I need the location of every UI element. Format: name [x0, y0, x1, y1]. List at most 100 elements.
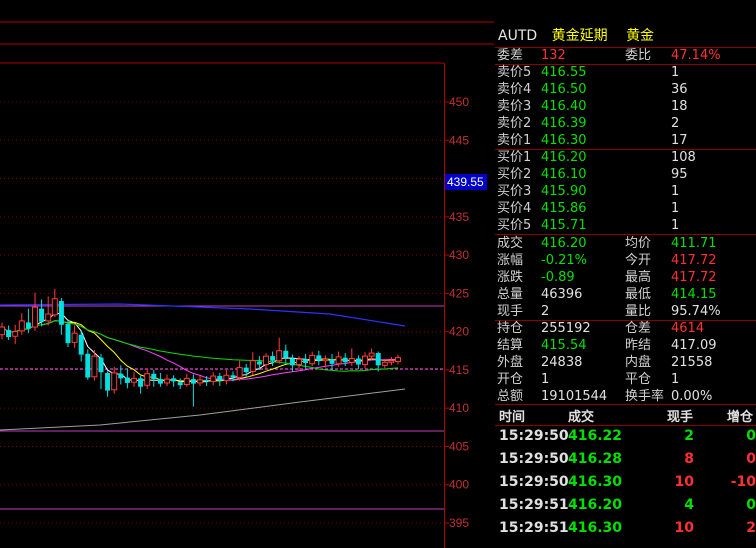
candle-body: [335, 356, 342, 365]
ask-volume: 2: [671, 116, 680, 131]
stat-value: 416.20: [541, 236, 587, 251]
stat-value: 0.00%: [671, 389, 713, 404]
stat-label: 昨结: [625, 338, 652, 353]
candle-body: [131, 377, 137, 383]
tick-header-2: 现手: [667, 410, 694, 425]
candle-body: [388, 360, 395, 363]
ask-price: 416.40: [541, 99, 587, 114]
candle-body: [204, 379, 210, 382]
stat-value: 21558: [671, 355, 713, 370]
ask-label: 卖价2: [497, 116, 532, 131]
stat-label: 内盘: [625, 355, 652, 370]
candle-body: [276, 350, 283, 362]
tick-volume: 2: [684, 428, 694, 444]
candle-body: [164, 378, 170, 384]
tick-oi-change: 0: [746, 451, 756, 467]
y-axis-label: 415: [449, 363, 469, 377]
candle-body: [256, 361, 262, 365]
candle-body: [71, 332, 78, 343]
stat-value: 19101544: [541, 389, 608, 404]
candle-body: [342, 357, 348, 363]
bid-row[interactable]: 买价5 415.71 1: [495, 217, 756, 234]
tick-oi-change: 0: [746, 428, 756, 444]
candle-body: [151, 373, 157, 380]
tick-price: 416.20: [568, 497, 623, 513]
candle-body: [243, 367, 249, 373]
bid-volume: 108: [671, 150, 696, 165]
bid-row[interactable]: 买价4 415.86 1: [495, 200, 756, 217]
bid-row[interactable]: 买价3 415.90 1: [495, 183, 756, 200]
tick-oi-change: 2: [746, 520, 756, 536]
ask-row[interactable]: 卖价3 416.40 18: [495, 98, 756, 115]
y-axis-label: 420: [449, 325, 469, 339]
tick-row[interactable]: 15:29:50 416.30 10 -10: [495, 474, 756, 497]
bid-price: 415.86: [541, 201, 587, 216]
weibi-value: 47.14%: [671, 48, 721, 63]
kline-chart[interactable]: 450445440435430425420415410405400395439.…: [0, 0, 494, 548]
quote-panel: AUTD 黄金延期 黄金 委差 132 委比 47.14% 卖价5 416.55 1 卖价4 4…: [495, 22, 756, 548]
bid-row[interactable]: 买价2 416.10 95: [495, 166, 756, 183]
contract-code: AUTD: [498, 28, 538, 44]
ask-price: 416.30: [541, 133, 587, 148]
candle-body: [177, 382, 183, 386]
stat-label: 最低: [625, 287, 652, 302]
ask-row[interactable]: 卖价1 416.30 17: [495, 132, 756, 149]
y-axis-label: 425: [449, 286, 469, 300]
bid-label: 买价5: [497, 218, 532, 233]
stat-row: 涨幅 -0.21% 今开 417.72: [495, 252, 756, 269]
stat-value: -0.21%: [541, 253, 587, 268]
stat-row: 涨跌 -0.89 最高 417.72: [495, 269, 756, 286]
tick-header-3: 增仓: [727, 410, 754, 425]
candle-body: [368, 352, 375, 357]
ask-label: 卖价1: [497, 133, 532, 148]
tick-row[interactable]: 15:29:50 416.22 2 0: [495, 428, 756, 451]
tick-row[interactable]: 15:29:50 416.28 8 0: [495, 451, 756, 474]
candle-body: [111, 372, 118, 391]
stat-value: 417.09: [671, 338, 717, 353]
candle-body: [58, 301, 64, 325]
stat-label: 现手: [497, 304, 524, 319]
candle-body: [85, 353, 91, 378]
tick-volume: 8: [684, 451, 694, 467]
candle-body: [381, 361, 388, 366]
candle-body: [210, 375, 217, 382]
contract-type: 黄金: [626, 28, 655, 44]
candle-body: [322, 358, 329, 362]
ask-row[interactable]: 卖价5 416.55 1: [495, 64, 756, 81]
tick-time: 15:29:50: [499, 428, 569, 444]
candle-body: [18, 320, 25, 332]
quote-title: AUTD 黄金延期 黄金: [498, 25, 654, 45]
tick-table-header: 时间 成交 现手 增仓: [495, 406, 756, 426]
stat-label: 换手率: [625, 389, 665, 404]
candle-body: [171, 378, 177, 382]
candle-body: [316, 355, 322, 361]
stat-label: 总额: [497, 389, 524, 404]
tick-oi-change: -10: [730, 474, 756, 490]
stat-label: 量比: [625, 304, 652, 319]
tick-time: 15:29:51: [499, 497, 569, 513]
bid-row[interactable]: 买价1 416.20 108: [495, 149, 756, 166]
kline-chart-panel[interactable]: 450445440435430425420415410405400395439.…: [0, 0, 494, 548]
tick-header-1: 成交: [568, 410, 595, 425]
candle-body: [309, 354, 316, 365]
tick-row[interactable]: 15:29:51 416.20 4 0: [495, 497, 756, 520]
tick-row[interactable]: 15:29:51 416.30 10 2: [495, 520, 756, 543]
candle-body: [12, 331, 19, 337]
stat-label: 均价: [625, 236, 652, 251]
candle-body: [236, 367, 243, 379]
candle-body: [138, 378, 144, 387]
ask-row[interactable]: 卖价2 416.39 2: [495, 115, 756, 132]
candle-body: [118, 373, 124, 379]
stat-value: 1: [541, 372, 550, 387]
y-axis-label: 430: [449, 248, 469, 262]
candle-body: [190, 379, 196, 384]
weibi-label: 委比: [625, 48, 652, 63]
ask-volume: 36: [671, 82, 688, 97]
y-axis-label: 435: [449, 210, 469, 224]
candle-body: [51, 298, 58, 316]
candle-body: [249, 360, 256, 372]
ask-volume: 17: [671, 133, 688, 148]
stat-value: 4614: [671, 321, 705, 336]
ask-row[interactable]: 卖价4 416.50 36: [495, 81, 756, 98]
stat-row: 现手 2 量比 95.74%: [495, 303, 756, 320]
